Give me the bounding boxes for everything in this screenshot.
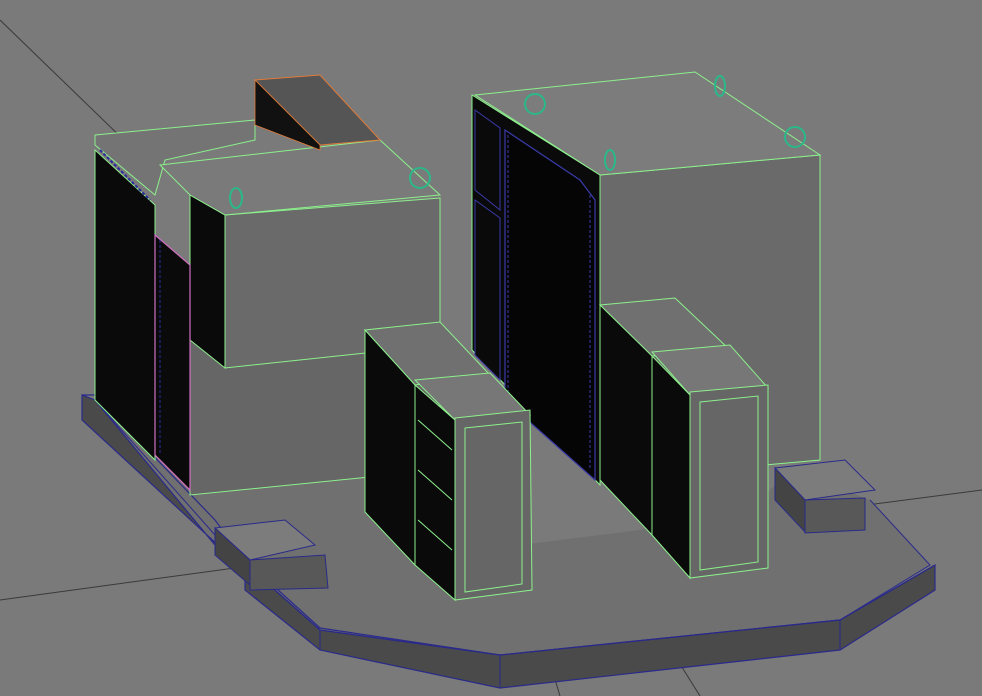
step-right-front bbox=[804, 497, 866, 534]
cabinet-right-front bbox=[689, 384, 769, 579]
right-bldg-window-lower bbox=[474, 199, 501, 382]
cabinet-left-drawers bbox=[414, 383, 456, 602]
cabinet-left-front bbox=[454, 409, 533, 601]
left-bldg-upper-side bbox=[189, 194, 226, 370]
3d-viewport[interactable] bbox=[0, 0, 982, 696]
step-left-front bbox=[249, 554, 329, 591]
viewport-canvas[interactable] bbox=[0, 0, 982, 696]
